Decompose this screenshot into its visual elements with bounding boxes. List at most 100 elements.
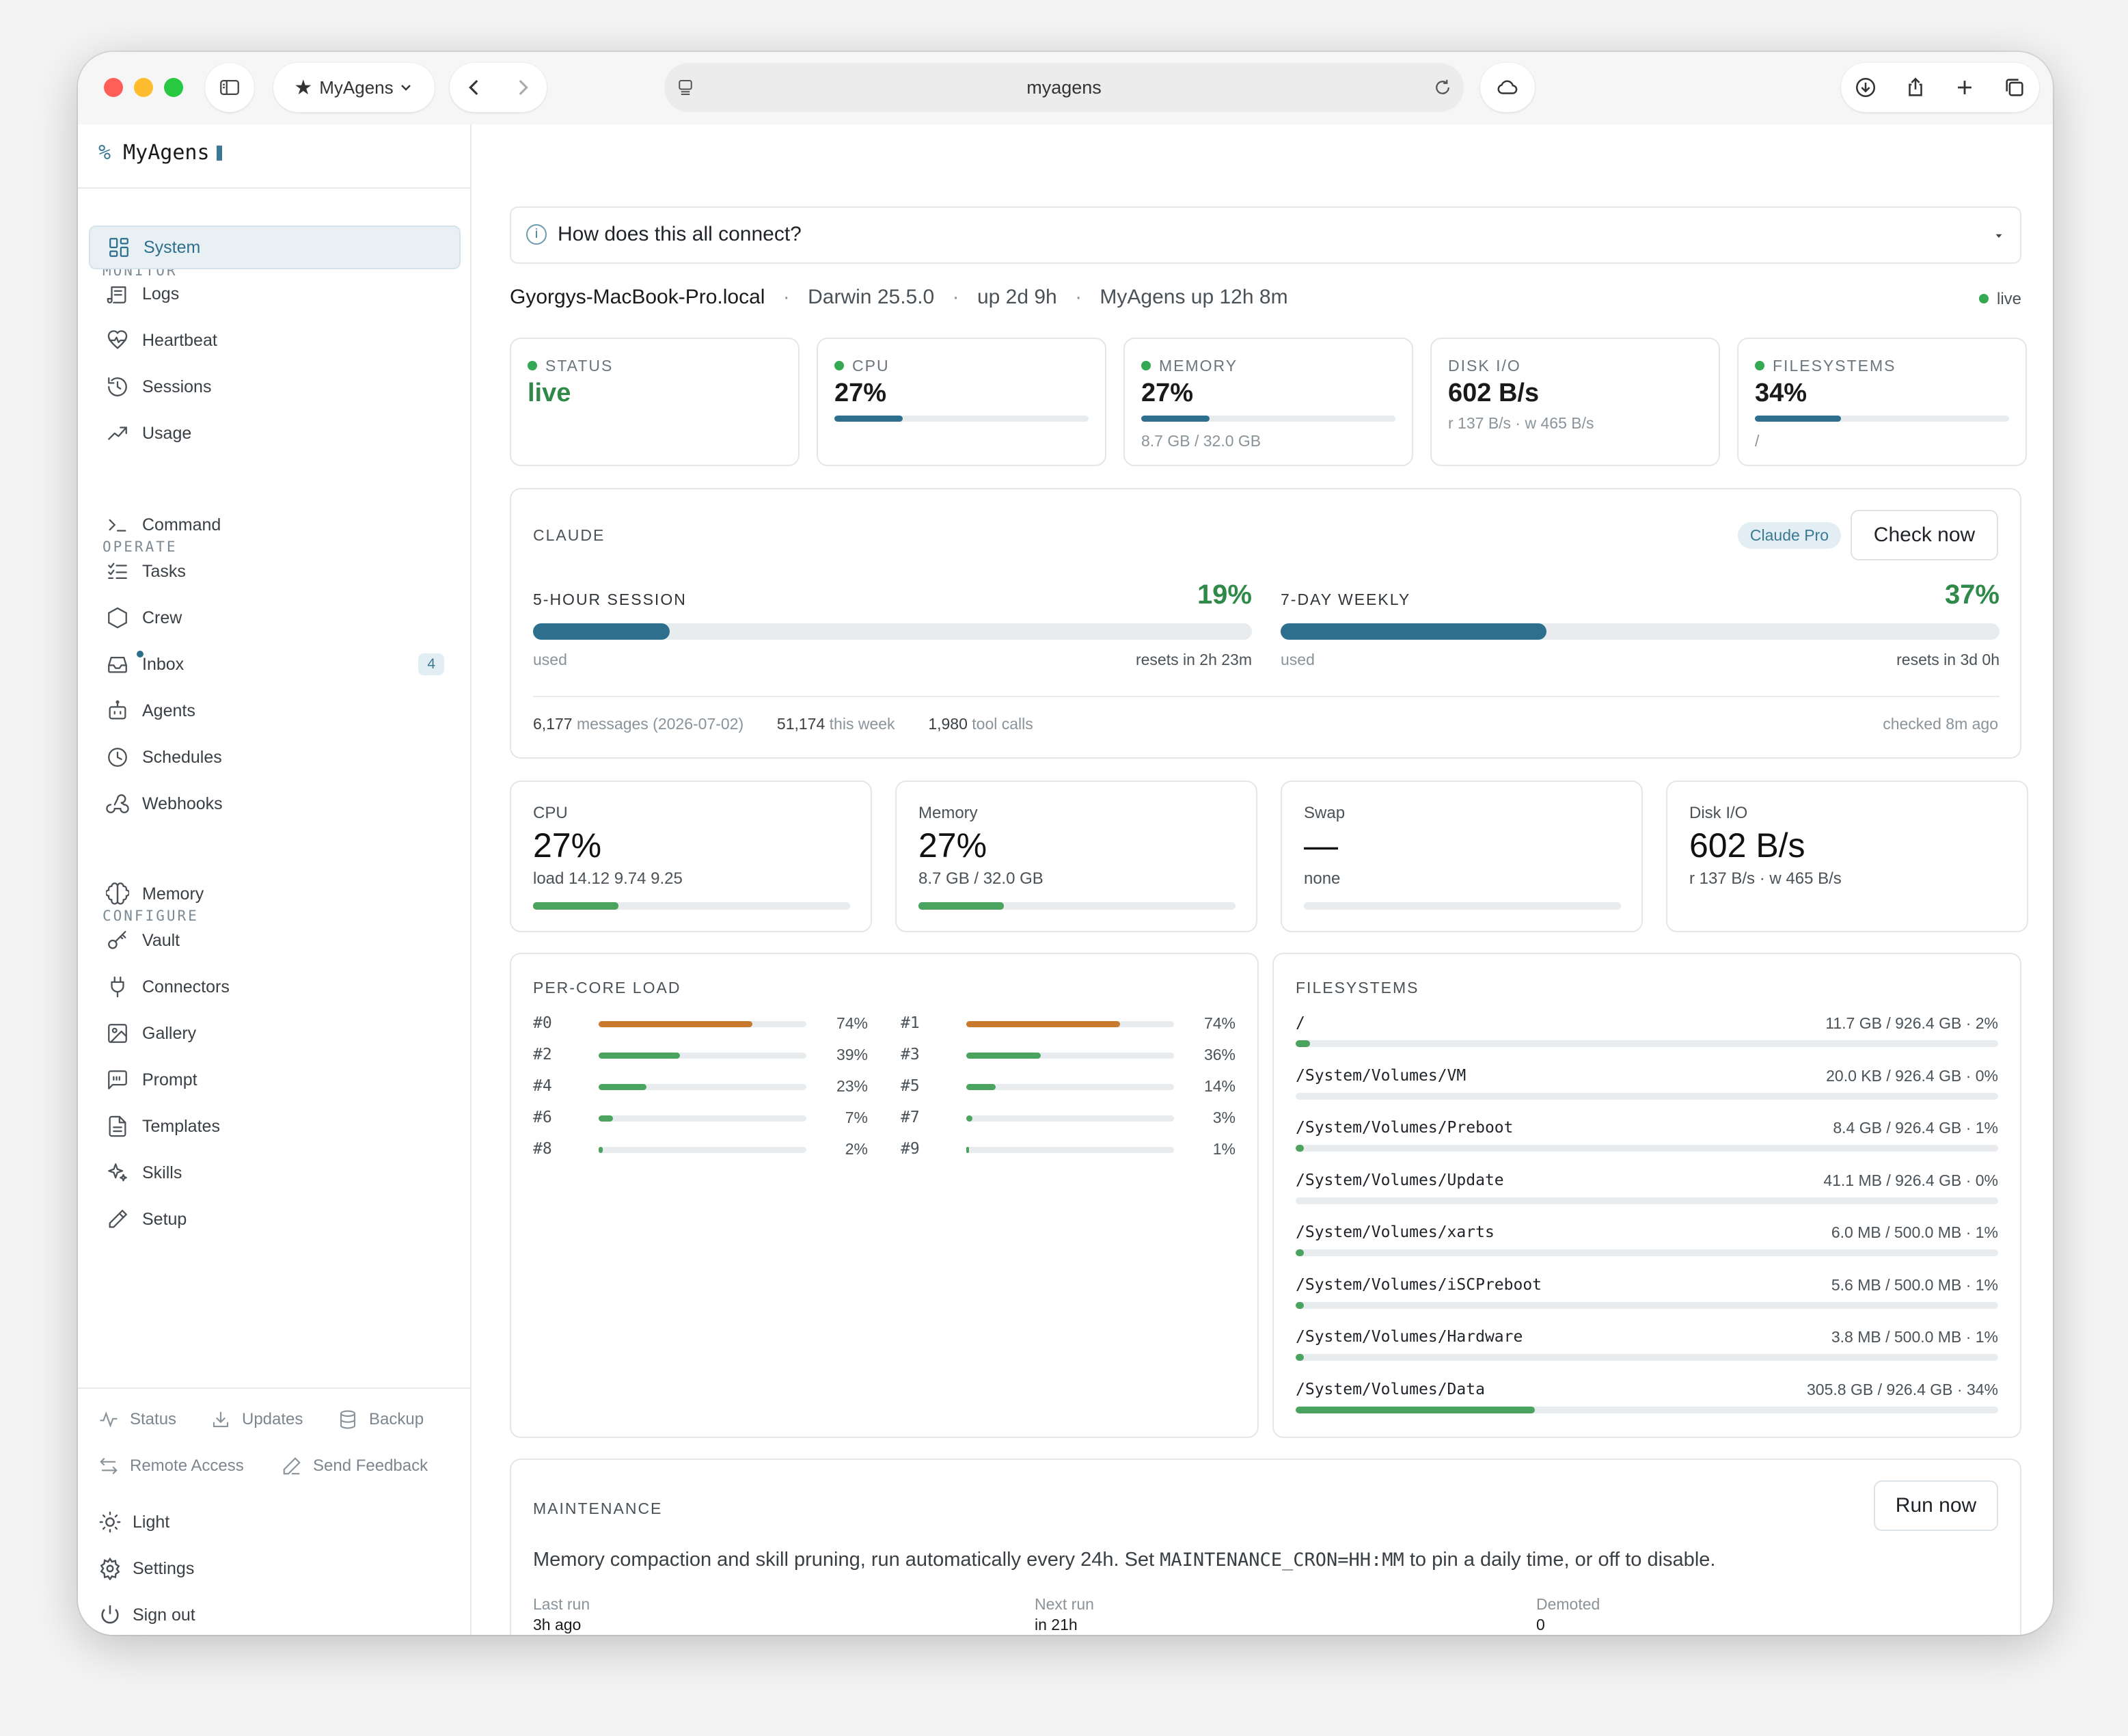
icloud-tabs-button[interactable] (1480, 63, 1535, 112)
sidebar-item-crew[interactable]: Crew (89, 596, 461, 640)
summary-card-bar (1141, 416, 1395, 422)
tab-overview-icon[interactable] (2003, 76, 2026, 99)
sidebar-item-logs[interactable]: Logs (89, 272, 461, 316)
profile-button[interactable]: ★ MyAgens (273, 63, 435, 112)
filesystem-usage-bar (1296, 1197, 1998, 1204)
status-link[interactable]: Status (98, 1409, 176, 1430)
history-nav (450, 63, 547, 112)
summary-card-label: STATUS (528, 357, 613, 375)
sidebar-item-agents[interactable]: Agents (89, 689, 461, 733)
remote-access-link[interactable]: Remote Access (98, 1456, 244, 1476)
sidebar-item-memory[interactable]: Memory (89, 872, 461, 916)
status-label: Status (130, 1410, 177, 1428)
divider (78, 187, 470, 189)
zoom-window-button[interactable] (164, 78, 183, 97)
core-load-fill (966, 1084, 996, 1090)
core-load-bar (599, 1147, 806, 1153)
core-percent: 1% (1212, 1140, 1236, 1158)
sidebar-item-gallery[interactable]: Gallery (89, 1012, 461, 1055)
theme-label: Light (133, 1512, 170, 1532)
sidebar-item-inbox[interactable]: Inbox 4 (89, 642, 461, 686)
forward-arrow-icon[interactable] (511, 76, 534, 99)
close-window-button[interactable] (104, 78, 123, 97)
filesystem-path: /System/Volumes/Preboot (1296, 1119, 1514, 1137)
metric-card-bar (533, 902, 850, 910)
core-id: #3 (901, 1046, 920, 1063)
sidebar-item-usage[interactable]: Usage (89, 411, 461, 455)
summary-card-label-text: DISK I/O (1448, 357, 1521, 375)
core-percent: 14% (1203, 1077, 1236, 1095)
send-feedback-link[interactable]: Send Feedback (282, 1456, 428, 1476)
sidebar-item-tasks[interactable]: Tasks (89, 550, 461, 593)
sidebar-item-label: Crew (142, 608, 182, 627)
unread-dot (137, 651, 144, 657)
filesystem-path: /System/Volumes/iSCPreboot (1296, 1275, 1542, 1294)
sidebar-item-setup[interactable]: Setup (89, 1197, 461, 1241)
help-banner[interactable]: i How does this all connect? (510, 206, 2021, 264)
maintenance-description: Memory compaction and skill pruning, run… (533, 1549, 1715, 1571)
core-load-fill (599, 1021, 752, 1027)
sidebar-item-skills[interactable]: Skills (89, 1151, 461, 1195)
sign-out-link[interactable]: Sign out (98, 1603, 195, 1627)
per-core-title: PER-CORE LOAD (533, 979, 681, 996)
sidebar-item-connectors[interactable]: Connectors (89, 965, 461, 1009)
metric-card-label: Memory (918, 804, 978, 822)
filesystem-path: /System/Volumes/Data (1296, 1380, 1485, 1398)
sidebar-item-sessions[interactable]: Sessions (89, 365, 461, 409)
session-percent: 19% (1197, 580, 1252, 610)
minimize-window-button[interactable] (134, 78, 153, 97)
download-icon[interactable] (1854, 76, 1877, 99)
sidebar-toggle-button[interactable] (205, 63, 254, 112)
metric-card-disk-i-o: Disk I/O 602 B/s r 137 B/s · w 465 B/s (1666, 781, 2028, 932)
sidebar-item-prompt[interactable]: Prompt (89, 1058, 461, 1102)
download-icon (213, 1411, 229, 1428)
help-banner-text: How does this all connect? (558, 223, 802, 245)
webhook-icon (105, 791, 130, 816)
check-now-button[interactable]: Check now (1851, 510, 1998, 560)
sidebar-item-heartbeat[interactable]: Heartbeat (89, 318, 461, 362)
filesystem-usage-fill (1296, 1406, 1535, 1413)
cursor-block (216, 146, 222, 161)
theme-toggle[interactable]: Light (98, 1510, 169, 1534)
address-bar[interactable]: myagens (664, 63, 1464, 112)
claude-card: CLAUDE Claude Pro Check now 5-HOUR SESSI… (510, 488, 2021, 759)
share-icon[interactable] (1904, 76, 1927, 99)
sidebar-item-command[interactable]: Command (89, 503, 461, 547)
filesystem-usage-fill (1296, 1145, 1304, 1152)
reload-icon[interactable] (1432, 77, 1453, 98)
sign-out-label: Sign out (133, 1605, 195, 1625)
sidebar-item-webhooks[interactable]: Webhooks (89, 782, 461, 826)
core-id: #4 (533, 1077, 552, 1095)
weekly-progress-bar (1281, 623, 2000, 640)
new-tab-icon[interactable] (1953, 76, 1976, 99)
sidebar-item-label: System (144, 237, 201, 257)
page-settings-icon[interactable] (675, 77, 696, 98)
summary-card-label-text: FILESYSTEMS (1773, 357, 1896, 375)
brand[interactable]: % MyAgens (98, 141, 222, 165)
weekly-progress-fill (1281, 623, 1547, 640)
activity-icon (100, 1411, 118, 1428)
sidebar-item-vault[interactable]: Vault (89, 919, 461, 962)
trend-icon (105, 421, 130, 446)
run-now-button[interactable]: Run now (1874, 1480, 1998, 1531)
back-arrow-icon[interactable] (463, 76, 486, 99)
settings-link[interactable]: Settings (98, 1557, 194, 1580)
sidebar-item-templates[interactable]: Templates (89, 1104, 461, 1148)
updates-link[interactable]: Updates (210, 1409, 303, 1430)
core-load-bar (966, 1147, 1174, 1153)
filesystem-usage: 3.8 MB / 500.0 MB · 1% (1831, 1328, 1998, 1346)
week-count: 51,174 (776, 715, 826, 733)
metric-card-cpu: CPU 27% load 14.12 9.74 9.25 (510, 781, 872, 932)
metric-card-bar-fill (918, 902, 1005, 910)
divider (78, 1387, 470, 1389)
metric-card-sub: load 14.12 9.74 9.25 (533, 869, 683, 888)
sidebar-item-system[interactable]: System (89, 226, 461, 269)
filesystem-path: / (1296, 1014, 1305, 1032)
sidebar-item-schedules[interactable]: Schedules (89, 735, 461, 779)
metric-card-value: — (1304, 826, 1338, 865)
summary-card-sub: 8.7 GB / 32.0 GB (1141, 432, 1261, 450)
core-load-fill (966, 1053, 1041, 1059)
metric-card-bar-fill (533, 902, 619, 910)
backup-link[interactable]: Backup (338, 1409, 424, 1430)
sidebar-item-label: Prompt (142, 1070, 197, 1089)
